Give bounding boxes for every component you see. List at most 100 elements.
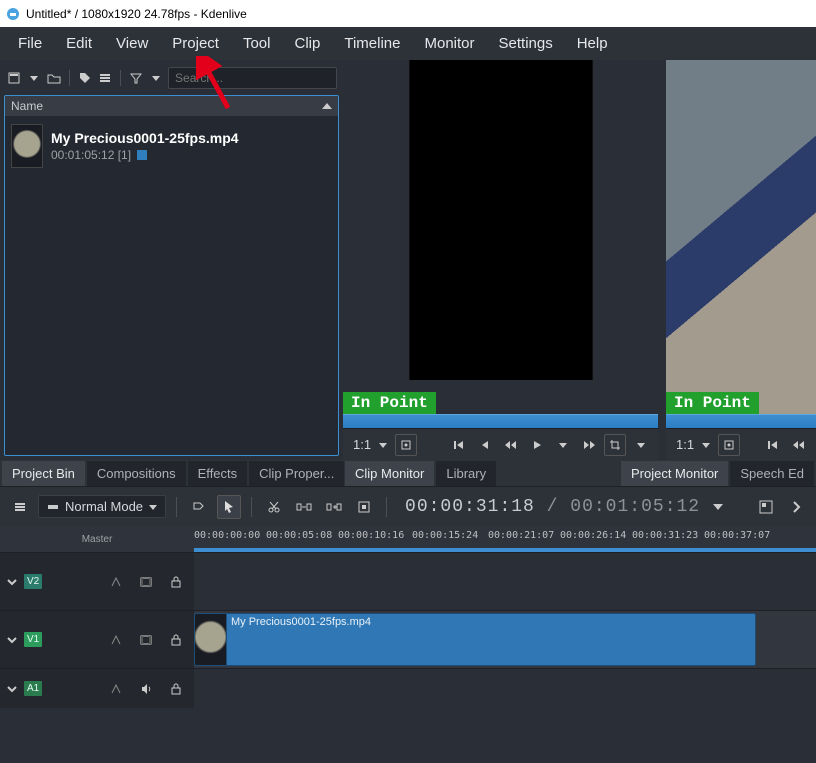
add-clip-button[interactable] <box>6 68 22 88</box>
layout-button[interactable] <box>754 495 778 519</box>
project-monitor-ruler[interactable] <box>666 414 816 428</box>
create-folder-button[interactable] <box>46 68 62 88</box>
edit-mode-select[interactable]: Normal Mode <box>38 495 166 518</box>
window-title: Untitled* / 1080x1920 24.78fps - Kdenliv… <box>26 7 247 21</box>
forward-button[interactable] <box>578 434 600 456</box>
zoom-select[interactable]: 1:1 <box>672 434 714 456</box>
timecode-display[interactable]: 00:00:31:18 / 00:01:05:12 <box>405 497 700 517</box>
menu-bar: File Edit View Project Tool Clip Timelin… <box>0 27 816 60</box>
go-start-button[interactable] <box>448 434 470 456</box>
menu-file[interactable]: File <box>6 29 54 58</box>
add-clip-dropdown-icon[interactable] <box>26 68 42 88</box>
title-bar: Untitled* / 1080x1920 24.78fps - Kdenliv… <box>0 0 816 27</box>
play-button[interactable] <box>526 434 548 456</box>
step-back-button[interactable] <box>474 434 496 456</box>
tab-effects[interactable]: Effects <box>188 461 248 486</box>
timecode-dropdown-icon[interactable] <box>706 495 730 519</box>
rewind-button[interactable] <box>788 434 810 456</box>
track-row-v2[interactable] <box>194 552 816 610</box>
menu-timeline[interactable]: Timeline <box>332 29 412 58</box>
master-track-label[interactable]: Master <box>0 526 194 552</box>
tab-project-bin[interactable]: Project Bin <box>2 461 85 486</box>
tab-clip-monitor[interactable]: Clip Monitor <box>345 461 434 486</box>
lock-icon[interactable] <box>164 628 188 652</box>
menu-settings[interactable]: Settings <box>487 29 565 58</box>
menu-tool[interactable]: Tool <box>231 29 283 58</box>
bin-column-name: Name <box>11 99 43 113</box>
clip-thumbnail <box>11 124 43 168</box>
clip-monitor-ruler[interactable] <box>343 414 658 428</box>
filter-button[interactable] <box>128 68 144 88</box>
track-row-a1[interactable] <box>194 668 816 708</box>
video-track-icon[interactable] <box>134 570 158 594</box>
mode-icon <box>47 501 59 513</box>
bin-clip-item[interactable]: My Precious0001-25fps.mp4 00:01:05:12 [1… <box>5 120 338 172</box>
chevron-down-icon[interactable] <box>6 634 18 646</box>
in-point-badge: In Point <box>343 392 436 414</box>
in-point-badge: In Point <box>666 392 759 414</box>
speaker-icon[interactable] <box>134 677 158 701</box>
effects-icon[interactable] <box>104 570 128 594</box>
video-track-icon[interactable] <box>134 628 158 652</box>
list-view-icon[interactable] <box>97 68 113 88</box>
crop-button[interactable] <box>604 434 626 456</box>
tab-library[interactable]: Library <box>436 461 496 486</box>
timeline-ruler[interactable]: 00:00:00:00 00:00:05:08 00:00:10:16 00:0… <box>194 526 816 552</box>
more-button[interactable] <box>784 495 808 519</box>
menu-monitor[interactable]: Monitor <box>412 29 486 58</box>
tab-speech-editor[interactable]: Speech Ed <box>730 461 814 486</box>
tab-project-monitor[interactable]: Project Monitor <box>621 461 728 486</box>
spacer-tool[interactable] <box>292 495 316 519</box>
tag-button[interactable] <box>77 68 93 88</box>
search-input[interactable] <box>168 67 337 89</box>
timeline-menu-icon[interactable] <box>8 495 32 519</box>
bin-column-header[interactable]: Name <box>5 96 338 116</box>
menu-dropdown-icon[interactable] <box>630 434 652 456</box>
project-bin-list[interactable]: Name My Precious0001-25fps.mp4 00:01:05:… <box>4 95 339 456</box>
timeline-clip[interactable]: My Precious0001-25fps.mp4 <box>194 613 756 666</box>
chevron-down-icon[interactable] <box>6 683 18 695</box>
project-monitor-controls: 1:1 <box>666 428 816 460</box>
project-monitor-view[interactable]: In Point <box>666 60 816 414</box>
tab-clip-properties[interactable]: Clip Proper... <box>249 461 344 486</box>
menu-help[interactable]: Help <box>565 29 620 58</box>
track-compositing-icon[interactable] <box>187 495 211 519</box>
app-logo-icon <box>6 7 20 21</box>
track-head-a1[interactable]: A1 <box>0 668 194 708</box>
timeline: Master 00:00:00:00 00:00:05:08 00:00:10:… <box>0 526 816 708</box>
mode-label: Normal Mode <box>65 499 143 514</box>
lock-icon[interactable] <box>164 677 188 701</box>
clip-monitor-view[interactable]: In Point <box>343 60 658 414</box>
menu-view[interactable]: View <box>104 29 160 58</box>
menu-project[interactable]: Project <box>160 29 231 58</box>
project-bin-panel: Name My Precious0001-25fps.mp4 00:01:05:… <box>0 60 343 460</box>
clip-duration: 00:01:05:12 [1] <box>51 148 131 162</box>
track-head-v2[interactable]: V2 <box>0 552 194 610</box>
insert-tool[interactable] <box>322 495 346 519</box>
tab-compositions[interactable]: Compositions <box>87 461 186 486</box>
menu-edit[interactable]: Edit <box>54 29 104 58</box>
monitor-view-button[interactable] <box>395 434 417 456</box>
track-label: A1 <box>24 681 42 696</box>
collapse-icon[interactable] <box>322 101 332 111</box>
track-head-v1[interactable]: V1 <box>0 610 194 668</box>
select-tool[interactable] <box>217 495 241 519</box>
effects-icon[interactable] <box>104 677 128 701</box>
play-dropdown-icon[interactable] <box>552 434 574 456</box>
chevron-down-icon[interactable] <box>6 576 18 588</box>
filter-dropdown-icon[interactable] <box>148 68 164 88</box>
cut-tool[interactable] <box>262 495 286 519</box>
rewind-button[interactable] <box>500 434 522 456</box>
overwrite-tool[interactable] <box>352 495 376 519</box>
effects-icon[interactable] <box>104 628 128 652</box>
menu-clip[interactable]: Clip <box>283 29 333 58</box>
clip-name: My Precious0001-25fps.mp4 <box>51 130 239 146</box>
go-start-button[interactable] <box>762 434 784 456</box>
monitor-view-button[interactable] <box>718 434 740 456</box>
clip-thumbnail <box>195 614 227 665</box>
bin-toolbar <box>4 64 339 91</box>
lock-icon[interactable] <box>164 570 188 594</box>
track-row-v1[interactable]: My Precious0001-25fps.mp4 <box>194 610 816 668</box>
clip-monitor-controls: 1:1 <box>343 428 658 460</box>
zoom-select[interactable]: 1:1 <box>349 434 391 456</box>
